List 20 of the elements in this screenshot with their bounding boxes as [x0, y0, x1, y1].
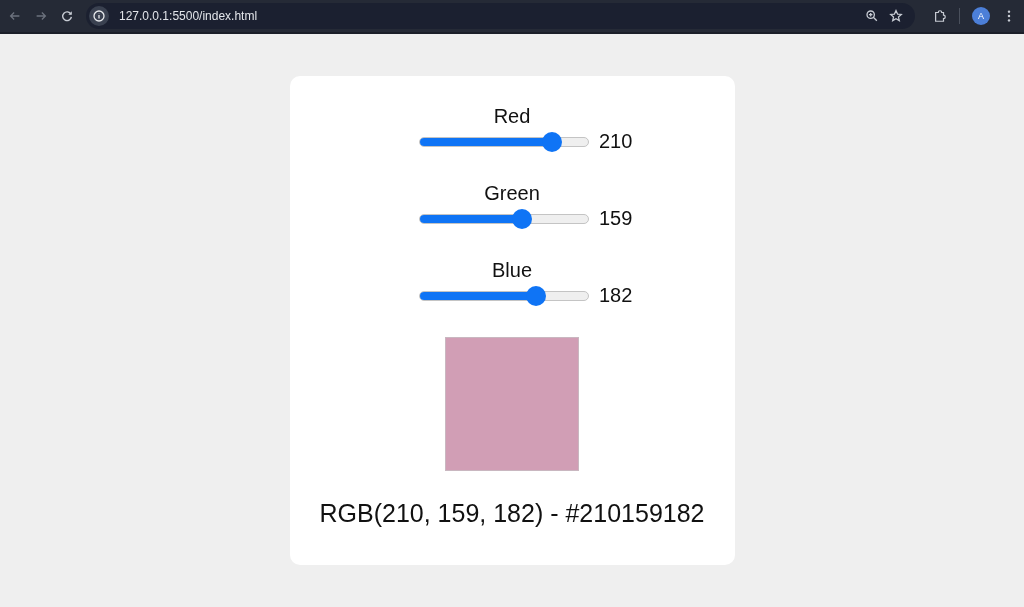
- back-icon[interactable]: [8, 9, 22, 23]
- star-icon[interactable]: [889, 9, 903, 23]
- color-code-text: RGB(210, 159, 182) - #210159182: [319, 499, 705, 528]
- slider[interactable]: [419, 208, 589, 229]
- reload-icon[interactable]: [60, 9, 74, 23]
- url-text: 127.0.0.1:5500/index.html: [119, 9, 258, 23]
- slider[interactable]: [419, 285, 589, 306]
- slider-value: 210: [599, 130, 634, 153]
- slider-label: Green: [484, 181, 540, 205]
- puzzle-icon[interactable]: [933, 9, 947, 23]
- zoom-icon[interactable]: [865, 9, 879, 23]
- slider-value: 182: [599, 284, 634, 307]
- info-icon[interactable]: [89, 6, 109, 26]
- forward-icon[interactable]: [34, 9, 48, 23]
- slider-label: Red: [493, 104, 531, 128]
- slider-value: 159: [599, 207, 634, 230]
- slider[interactable]: [419, 131, 589, 152]
- address-bar[interactable]: 127.0.0.1:5500/index.html: [86, 3, 915, 29]
- slider-label: Blue: [492, 258, 532, 282]
- profile-avatar[interactable]: A: [972, 7, 990, 25]
